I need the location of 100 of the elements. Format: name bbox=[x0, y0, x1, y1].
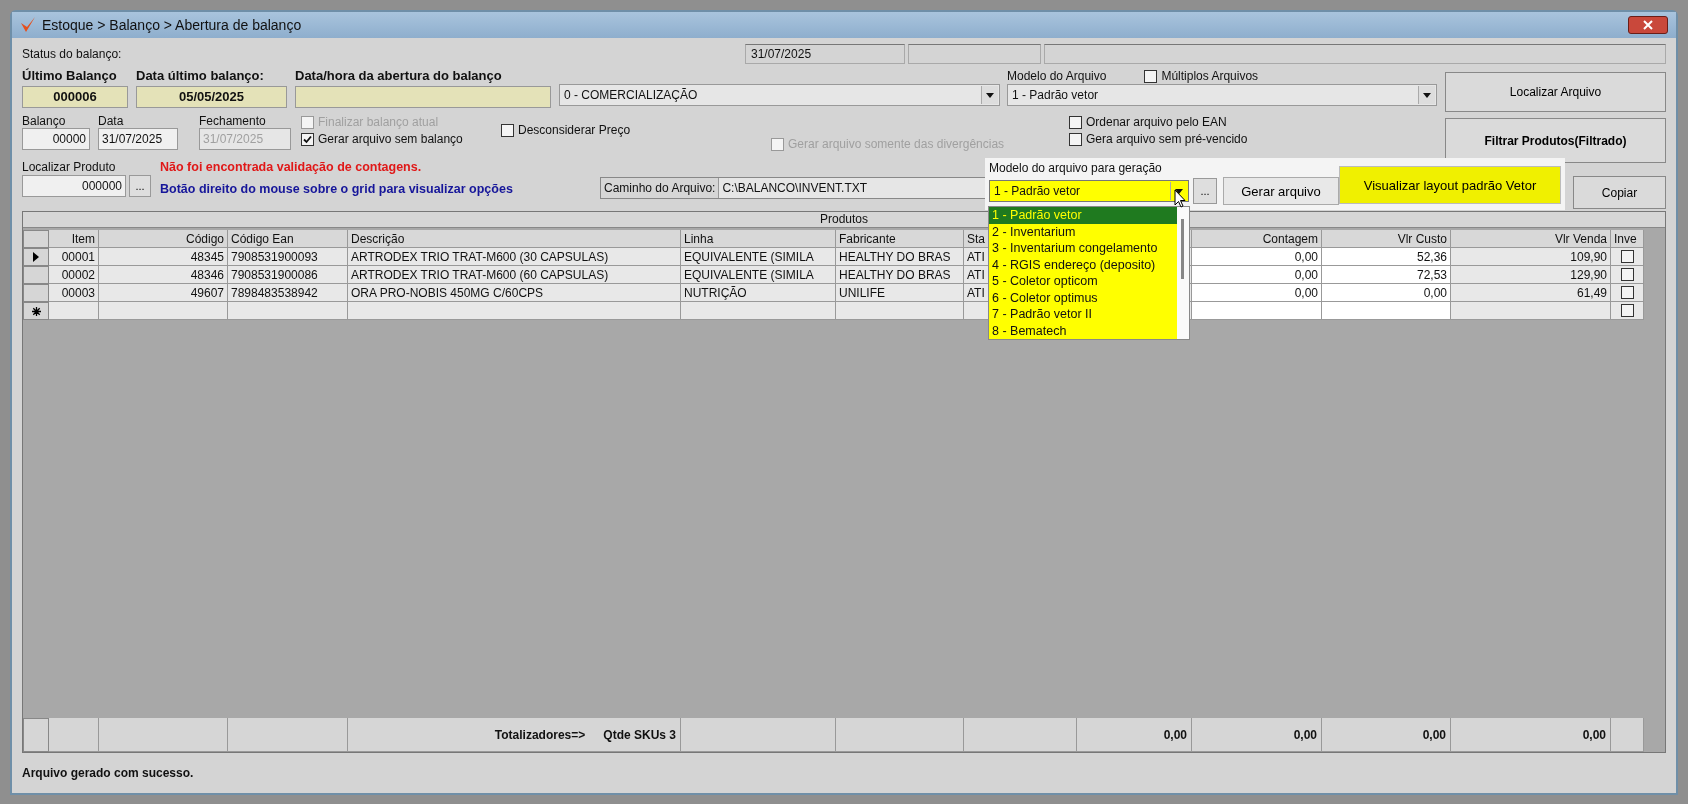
view-layout-button[interactable]: Visualizar layout padrão Vetor bbox=[1339, 166, 1561, 204]
table-cell bbox=[1611, 718, 1644, 752]
table-cell: 109,90 bbox=[1451, 248, 1611, 266]
error-message: Não foi encontrada validação de contagens. bbox=[160, 160, 423, 174]
browse-button[interactable]: ... bbox=[1193, 178, 1217, 204]
table-cell: 0,00 bbox=[1192, 284, 1322, 302]
checkbox-label: Gera arquivo sem pré-vencido bbox=[1086, 132, 1248, 146]
checkbox[interactable] bbox=[1144, 69, 1158, 83]
table-cell: 48346 bbox=[99, 266, 228, 284]
row-header[interactable] bbox=[23, 248, 49, 266]
table-cell: 49607 bbox=[99, 284, 228, 302]
field-label: Modelo do arquivo para geração bbox=[989, 161, 1163, 177]
product-code-field[interactable]: 000000 bbox=[22, 175, 126, 197]
table-cell bbox=[49, 718, 99, 752]
checkbox-label: Gerar arquivo sem balanço bbox=[318, 132, 463, 146]
dropdown-option[interactable]: 7 - Padrão vetor II bbox=[989, 306, 1177, 323]
checkbox[interactable] bbox=[1620, 250, 1634, 263]
column-header[interactable]: Contagem bbox=[1192, 230, 1322, 248]
browse-button[interactable]: ... bbox=[129, 175, 151, 197]
new-row-icon bbox=[31, 306, 41, 316]
column-header[interactable]: Inve bbox=[1611, 230, 1644, 248]
table-cell: 0,00 bbox=[1192, 248, 1322, 266]
table-cell: ARTRODEX TRIO TRAT-M600 (30 CAPSULAS) bbox=[348, 248, 681, 266]
column-header[interactable]: Fabricante bbox=[836, 230, 964, 248]
field-label: Balanço bbox=[22, 114, 67, 128]
checkbox[interactable] bbox=[1620, 304, 1634, 317]
table-cell: 61,49 bbox=[1451, 284, 1611, 302]
column-header[interactable]: Linha bbox=[681, 230, 836, 248]
table-cell: 00001 bbox=[49, 248, 99, 266]
checkbox[interactable] bbox=[1069, 132, 1082, 146]
checkbox[interactable] bbox=[501, 123, 514, 137]
totals-label: Totalizadores=> bbox=[494, 727, 586, 744]
table-cell: EQUIVALENTE (SIMILA bbox=[681, 266, 836, 284]
column-header[interactable]: Item bbox=[49, 230, 99, 248]
hint-message: Botão direito do mouse sobre o grid para visualizar opções bbox=[160, 182, 514, 196]
locate-file-button[interactable]: Localizar Arquivo bbox=[1445, 72, 1666, 112]
total-value: 0,00 bbox=[1077, 718, 1192, 752]
column-header[interactable]: Vlr Venda bbox=[1451, 230, 1611, 248]
row-header bbox=[23, 718, 49, 752]
field-label: Localizar Produto bbox=[22, 160, 117, 174]
table-cell: 0,00 bbox=[1192, 266, 1322, 284]
total-value: 0,00 bbox=[1192, 718, 1322, 752]
category-dropdown[interactable]: 0 - COMERCIALIZAÇÃO bbox=[559, 84, 1000, 106]
current-row-icon bbox=[33, 252, 39, 262]
text-field[interactable]: 00000 bbox=[22, 128, 90, 150]
field-label: Data bbox=[98, 114, 125, 128]
field-label: Último Balanço bbox=[22, 68, 118, 85]
column-header[interactable]: Código Ean bbox=[228, 230, 348, 248]
summary-field: 05/05/2025 bbox=[136, 86, 287, 108]
checkbox-label: Desconsiderar Preço bbox=[518, 123, 631, 137]
file-model-dropdown[interactable]: 1 - Padrão vetor bbox=[1007, 84, 1437, 106]
table-cell bbox=[49, 302, 99, 320]
table-cell: 129,90 bbox=[1451, 266, 1611, 284]
table-cell: ORA PRO-NOBIS 450MG C/60CPS bbox=[348, 284, 681, 302]
table-cell: 7898483538942 bbox=[228, 284, 348, 302]
filter-products-button[interactable]: Filtrar Produtos(Filtrado) bbox=[1445, 118, 1666, 163]
table-cell: HEALTHY DO BRAS bbox=[836, 266, 964, 284]
table-cell: 00003 bbox=[49, 284, 99, 302]
field-label: Data último balanço: bbox=[136, 68, 265, 85]
field-label: Data/hora da abertura do balanço bbox=[295, 68, 503, 85]
checkbox[interactable] bbox=[301, 132, 314, 146]
table-cell: 48345 bbox=[99, 248, 228, 266]
column-header[interactable]: Vlr Custo bbox=[1322, 230, 1451, 248]
generation-model-dropdown[interactable]: 1 - Padrão vetor bbox=[989, 180, 1189, 202]
table-cell: NUTRIÇÃO bbox=[681, 284, 836, 302]
dropdown-option[interactable]: 1 - Padrão vetor bbox=[989, 207, 1177, 224]
table-cell: HEALTHY DO BRAS bbox=[836, 248, 964, 266]
table-cell: UNILIFE bbox=[836, 284, 964, 302]
table-cell: 0,00 bbox=[1322, 284, 1451, 302]
column-header[interactable]: Código bbox=[99, 230, 228, 248]
table-cell: 72,53 bbox=[1322, 266, 1451, 284]
checkbox[interactable] bbox=[1620, 286, 1634, 299]
status-label: Status do balanço: bbox=[22, 47, 123, 61]
field-label: Modelo do Arquivo bbox=[1007, 69, 1107, 83]
dropdown-option[interactable]: 8 - Bematech bbox=[989, 322, 1177, 339]
text-field[interactable]: 31/07/2025 bbox=[98, 128, 178, 150]
dropdown-option[interactable]: 2 - Inventarium bbox=[989, 223, 1177, 240]
corner-cell bbox=[23, 230, 49, 248]
table-cell: 52,36 bbox=[1322, 248, 1451, 266]
copy-button[interactable]: Copiar bbox=[1573, 176, 1666, 209]
total-value: 0,00 bbox=[1451, 718, 1611, 752]
close-icon bbox=[1643, 20, 1653, 30]
close-button[interactable] bbox=[1628, 16, 1668, 34]
row-header[interactable] bbox=[23, 302, 49, 320]
checkbox-label: Múltiplos Arquivos bbox=[1161, 69, 1259, 83]
status-date-field: 31/07/2025 bbox=[745, 44, 905, 64]
table-cell: 7908531900093 bbox=[228, 248, 348, 266]
table-cell: 00002 bbox=[49, 266, 99, 284]
column-header[interactable]: Descrição bbox=[348, 230, 681, 248]
summary-field: 000006 bbox=[22, 86, 128, 108]
status-message: Arquivo gerado com sucesso. bbox=[22, 765, 195, 782]
checkbox[interactable] bbox=[1069, 115, 1082, 129]
checkbox-label: Ordenar arquivo pelo EAN bbox=[1086, 115, 1227, 129]
checkbox[interactable] bbox=[1620, 268, 1634, 281]
file-path-field[interactable]: Caminho do Arquivo: C:\BALANCO\INVENT.TXT bbox=[600, 177, 988, 199]
generate-file-button[interactable]: Gerar arquivo bbox=[1223, 177, 1339, 205]
window-title: Estoque > Balanço > Abertura de balanço bbox=[42, 17, 303, 33]
table-cell: ARTRODEX TRIO TRAT-M600 (60 CAPSULAS) bbox=[348, 266, 681, 284]
table-cell: 7908531900086 bbox=[228, 266, 348, 284]
table-cell: EQUIVALENTE (SIMILA bbox=[681, 248, 836, 266]
